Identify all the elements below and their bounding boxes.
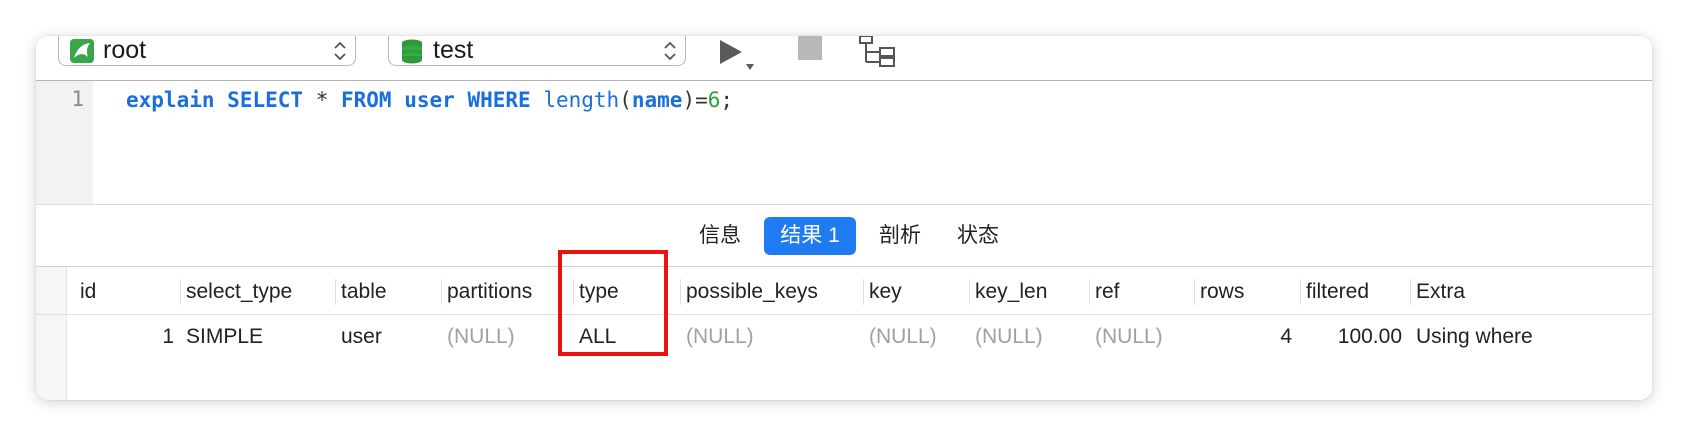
paren-close-equals: )= (682, 88, 708, 112)
column-header-key-len[interactable]: key_len (975, 280, 1047, 304)
result-grid: id select_type table partitions type pos… (36, 267, 1652, 400)
function-length: length (543, 88, 620, 112)
tab-info[interactable]: 信息 (694, 217, 746, 255)
select-arrows-icon (664, 41, 676, 61)
run-button[interactable] (716, 38, 760, 72)
user-select-value: root (103, 36, 147, 64)
mysql-user-icon (70, 38, 94, 63)
table-row[interactable]: 1 SIMPLE user (NULL) ALL (NULL) (NULL) (… (36, 315, 1652, 359)
paren-open: ( (619, 88, 632, 112)
explain-button[interactable] (858, 36, 898, 72)
column-header-filtered[interactable]: filtered (1306, 280, 1369, 304)
column-header-id[interactable]: id (80, 280, 96, 304)
cell-key-len[interactable]: (NULL) (975, 325, 1043, 349)
line-gutter: 1 (36, 81, 93, 205)
explain-tree-icon (859, 36, 895, 67)
select-arrows-icon (334, 41, 346, 61)
column-header-select-type[interactable]: select_type (186, 280, 292, 304)
column-name: name (631, 88, 683, 112)
cell-select-type[interactable]: SIMPLE (186, 325, 263, 349)
table-name: user (404, 88, 455, 112)
column-header-extra[interactable]: Extra (1416, 280, 1465, 304)
cell-table[interactable]: user (341, 325, 382, 349)
tab-profile[interactable]: 剖析 (874, 217, 926, 255)
database-select[interactable]: test (388, 36, 686, 66)
number-literal: 6 (707, 88, 721, 112)
play-icon (720, 40, 742, 64)
result-tabs: 信息 结果 1 剖析 状态 (36, 204, 1652, 267)
stop-button[interactable] (796, 36, 824, 62)
line-number: 1 (71, 87, 84, 111)
tab-result-1[interactable]: 结果 1 (764, 217, 856, 255)
keyword-explain: explain (126, 88, 215, 112)
dropdown-arrow-icon (746, 64, 754, 70)
sql-editor[interactable]: 1 explain SELECT * FROM user WHERE lengt… (36, 80, 1652, 205)
type-column-highlight-box (558, 250, 668, 356)
cell-extra[interactable]: Using where (1416, 325, 1533, 349)
cell-partitions[interactable]: (NULL) (447, 325, 515, 349)
keyword-from: FROM (341, 88, 392, 112)
keyword-select: SELECT (227, 88, 304, 112)
column-header-table[interactable]: table (341, 280, 387, 304)
cell-ref[interactable]: (NULL) (1095, 325, 1163, 349)
cell-filtered[interactable]: 100.00 (1306, 325, 1402, 349)
column-header-rows[interactable]: rows (1200, 280, 1244, 304)
cell-rows[interactable]: 4 (1200, 325, 1292, 349)
column-header-possible-keys[interactable]: possible_keys (686, 280, 818, 304)
toolbar: root test (36, 36, 1652, 80)
cell-key[interactable]: (NULL) (869, 325, 937, 349)
sql-query-line[interactable]: explain SELECT * FROM user WHERE length(… (126, 87, 733, 113)
database-select-value: test (433, 36, 474, 64)
keyword-where: WHERE (467, 88, 531, 112)
column-header-key[interactable]: key (869, 280, 902, 304)
database-icon (402, 39, 422, 63)
stop-icon (798, 36, 822, 60)
user-select[interactable]: root (58, 36, 356, 66)
app-window: root test 1 explain SELECT * FROM user W… (36, 36, 1652, 400)
tab-status[interactable]: 状态 (952, 217, 1004, 255)
grid-header-row: id select_type table partitions type pos… (36, 267, 1652, 315)
column-header-partitions[interactable]: partitions (447, 280, 532, 304)
semicolon: ; (720, 88, 734, 112)
column-header-ref[interactable]: ref (1095, 280, 1120, 304)
cell-possible-keys[interactable]: (NULL) (686, 325, 754, 349)
asterisk: * (315, 88, 329, 112)
cell-id[interactable]: 1 (80, 325, 174, 349)
